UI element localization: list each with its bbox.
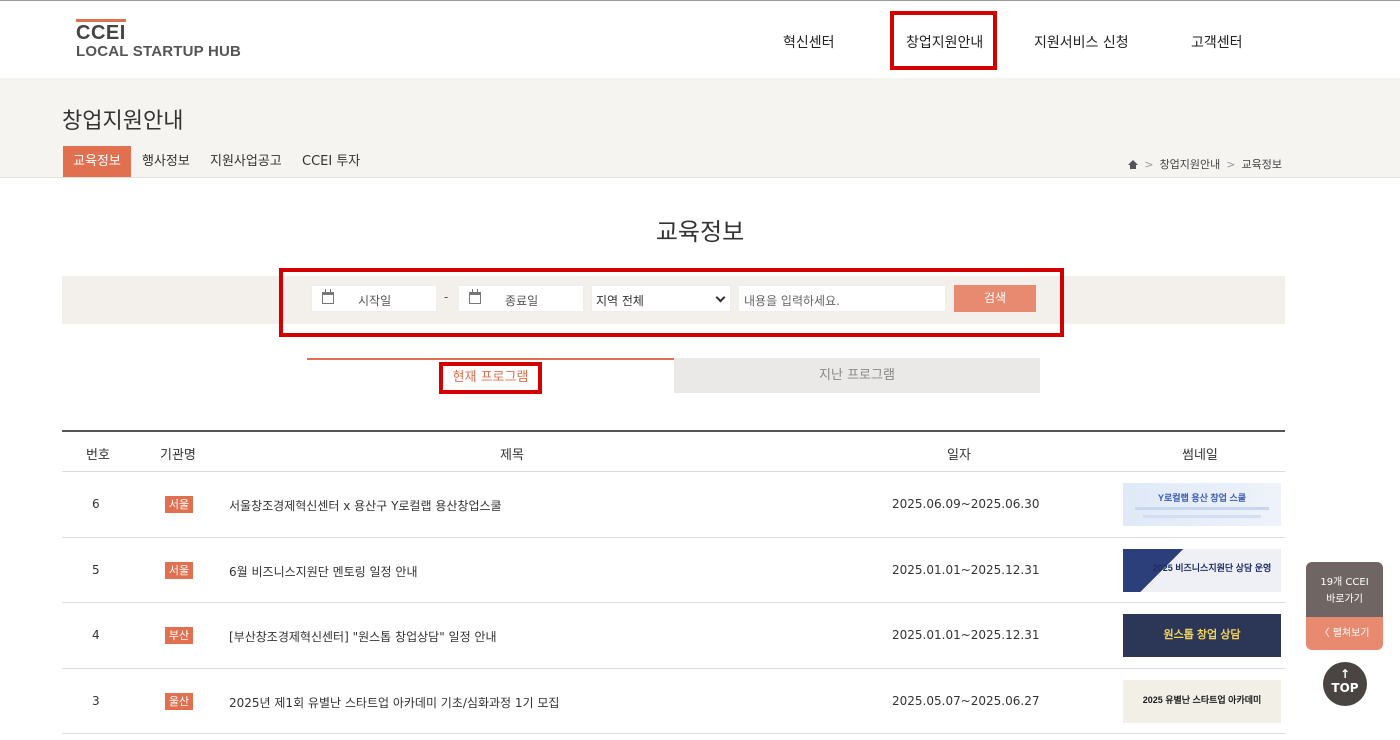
expand-button[interactable]: 〈 펼쳐보기	[1306, 617, 1383, 650]
site-logo[interactable]: CCEI LOCAL STARTUP HUB	[76, 19, 241, 60]
thumbnail-decor	[1135, 507, 1269, 510]
ccei-shortcut-label[interactable]: 19개 CCEI 바로가기	[1306, 562, 1383, 617]
tab-past-programs[interactable]: 지난 프로그램	[674, 358, 1040, 393]
chevron-left-icon: 〈	[1319, 628, 1330, 639]
gnb-support-service[interactable]: 지원서비스 신청	[1034, 32, 1129, 52]
chevron-down-icon	[715, 292, 726, 303]
row-thumbnail[interactable]: Y로컬랩 용산 창업 스쿨	[1123, 483, 1281, 526]
org-badge: 울산	[165, 692, 193, 710]
row-number: 3	[92, 693, 100, 708]
row-thumbnail[interactable]: 2025 비즈니스지원단 상담 운영	[1123, 548, 1281, 592]
calendar-icon	[469, 289, 481, 304]
header-organization: 기관명	[160, 448, 196, 463]
logo-title: CCEI	[76, 22, 126, 44]
row-date: 2025.01.01~2025.12.31	[892, 628, 1040, 642]
end-date-label: 종료일	[505, 294, 539, 308]
region-select[interactable]: 지역 전체	[591, 285, 731, 312]
breadcrumb-current: 교육정보	[1241, 158, 1282, 171]
logo-subtitle: LOCAL STARTUP HUB	[76, 43, 242, 60]
row-thumbnail[interactable]: 원스톱 창업 상담	[1123, 614, 1281, 657]
gnb-innovation-center[interactable]: 혁신센터	[783, 32, 835, 52]
thumbnail-decor	[1143, 515, 1261, 518]
sub-page-title: 창업지원안내	[62, 109, 184, 134]
ccei-shortcut-panel: 19개 CCEI 바로가기 〈 펼쳐보기	[1306, 562, 1383, 650]
start-date-label: 시작일	[358, 294, 392, 308]
ccei-shortcut-line1: 19개 CCEI	[1320, 577, 1369, 588]
page-heading-text: 교육정보	[655, 218, 745, 246]
tab-ccei-investment[interactable]: CCEI 투자	[292, 146, 370, 177]
tab-education-info[interactable]: 교육정보	[63, 146, 131, 177]
row-title[interactable]: 서울창조경제혁신센터 x 용산구 Y로컬랩 용산창업스쿨	[229, 497, 502, 514]
row-title[interactable]: 6월 비즈니스지원단 멘토링 일정 안내	[229, 563, 418, 580]
region-select-value: 지역 전체	[596, 294, 644, 308]
table-row[interactable]: 6 서울 서울창조경제혁신센터 x 용산구 Y로컬랩 용산창업스쿨 2025.0…	[62, 472, 1285, 538]
row-number: 6	[92, 497, 100, 511]
org-badge: 서울	[165, 496, 193, 513]
page-heading: 교육정보	[0, 212, 1400, 247]
arrow-up-icon: ↑	[1339, 667, 1351, 681]
breadcrumb: > 창업지원안내 > 교육정보	[1128, 156, 1282, 172]
org-badge: 부산	[165, 627, 193, 644]
site-header: CCEI LOCAL STARTUP HUB 혁신센터 창업지원안내 지원서비스…	[0, 0, 1400, 78]
table-header: 번호 기관명 제목 일자 썸네일	[62, 430, 1285, 472]
scroll-top-label: TOP	[1331, 681, 1359, 695]
tab-current-programs[interactable]: 현재 프로그램	[307, 358, 674, 393]
education-table: 번호 기관명 제목 일자 썸네일 6 서울 서울창조경제혁신센터 x 용산구 Y…	[62, 430, 1285, 734]
tab-event-info[interactable]: 행사정보	[132, 146, 200, 177]
calendar-icon	[322, 289, 334, 304]
row-date: 2025.06.09~2025.06.30	[892, 497, 1040, 511]
thumbnail-text: 원스톱 창업 상담	[1163, 629, 1241, 641]
start-date-input[interactable]: 시작일	[311, 285, 437, 312]
row-title[interactable]: [부산창조경제혁신센터] "원스톱 창업상담" 일정 안내	[229, 628, 497, 645]
header-title: 제목	[500, 448, 524, 463]
table-row[interactable]: 4 부산 [부산창조경제혁신센터] "원스톱 창업상담" 일정 안내 2025.…	[62, 603, 1285, 669]
thumbnail-text: 2025 비즈니스지원단 상담 운영	[1152, 562, 1272, 573]
row-date: 2025.01.01~2025.12.31	[892, 562, 1040, 577]
keyword-input[interactable]	[738, 285, 946, 312]
header-date: 일자	[947, 448, 971, 463]
org-badge: 서울	[165, 561, 193, 579]
breadcrumb-item[interactable]: 창업지원안내	[1160, 158, 1221, 171]
row-thumbnail[interactable]: 2025 유별난 스타트업 아카데미	[1123, 679, 1281, 723]
tab-support-notice[interactable]: 지원사업공고	[200, 146, 292, 177]
gnb-customer-center[interactable]: 고객센터	[1191, 32, 1243, 52]
expand-label: 펼쳐보기	[1332, 628, 1370, 639]
end-date-input[interactable]: 종료일	[458, 285, 584, 312]
thumbnail-text: Y로컬랩 용산 창업 스쿨	[1157, 493, 1247, 503]
date-range-dash: -	[444, 290, 449, 304]
row-date: 2025.05.07~2025.06.27	[892, 693, 1040, 708]
row-number: 5	[92, 562, 100, 577]
header-thumbnail: 썸네일	[1182, 448, 1218, 463]
scroll-top-button[interactable]: ↑ TOP	[1323, 662, 1367, 706]
ccei-shortcut-line2: 바로가기	[1326, 594, 1363, 605]
search-button[interactable]: 검색	[954, 285, 1036, 312]
home-icon[interactable]	[1128, 160, 1139, 169]
gnb-startup-support[interactable]: 창업지원안내	[906, 32, 983, 52]
thumbnail-text: 2025 유별난 스타트업 아카데미	[1142, 694, 1262, 705]
table-row[interactable]: 5 서울 6월 비즈니스지원단 멘토링 일정 안내 2025.01.01~202…	[62, 538, 1285, 603]
table-row[interactable]: 3 울산 2025년 제1회 유별난 스타트업 아카데미 기초/심화과정 1기 …	[62, 669, 1285, 734]
row-title[interactable]: 2025년 제1회 유별난 스타트업 아카데미 기초/심화과정 1기 모집	[229, 694, 559, 711]
row-number: 4	[92, 628, 100, 642]
header-number: 번호	[86, 448, 110, 463]
